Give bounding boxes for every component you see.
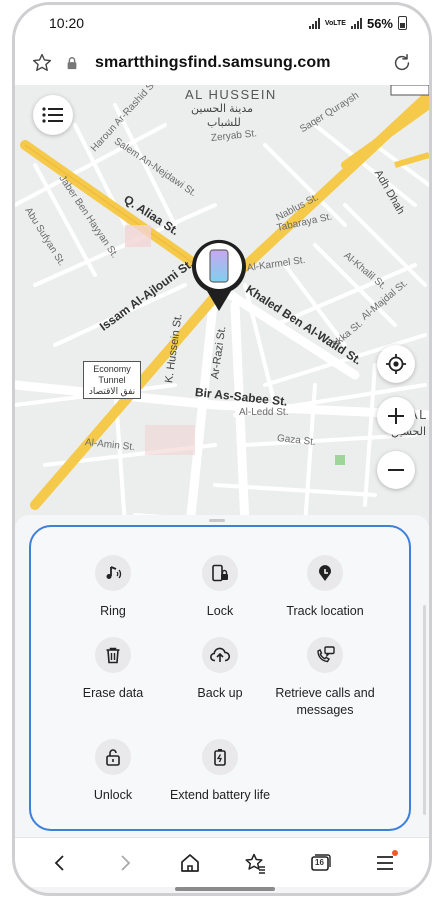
sheet-scrollbar[interactable] [423, 605, 426, 815]
location-pin-icon [307, 555, 343, 591]
ring-button[interactable]: Ring [53, 555, 173, 620]
lock-button[interactable]: Lock [160, 555, 280, 620]
signal-icon-2 [350, 17, 362, 29]
hamburger-menu-icon [376, 855, 393, 870]
home-button[interactable] [173, 846, 207, 880]
phone-pin-icon [192, 219, 246, 311]
map-label-district-ar-2: للشباب [207, 117, 241, 129]
extend-battery-button[interactable]: Extend battery life [160, 739, 280, 804]
trash-icon [95, 637, 131, 673]
gesture-home-indicator[interactable] [175, 887, 275, 891]
retrieve-calls-label: Retrieve calls and messages [275, 686, 375, 717]
action-sheet: Ring Lock Track location Erase data Back… [15, 515, 429, 837]
tabs-count: 16 [315, 858, 324, 867]
lock-label: Lock [206, 604, 234, 618]
my-location-button[interactable] [377, 345, 415, 383]
track-location-button[interactable]: Track location [265, 555, 385, 620]
call-message-icon [307, 637, 343, 673]
zoom-in-button[interactable] [377, 397, 415, 435]
tunnel-label-ar: نفق الاقتصاد [88, 386, 136, 396]
erase-data-button[interactable]: Erase data [53, 637, 173, 702]
home-icon [180, 853, 199, 872]
device-location-pin[interactable] [191, 219, 247, 313]
signal-icon [308, 17, 320, 29]
battery-icon [202, 739, 238, 775]
forward-button[interactable] [108, 846, 142, 880]
phone-frame: 10:20 VoLTE 56% smartthingsfind.samsung.… [12, 2, 432, 896]
reload-icon[interactable] [391, 52, 413, 74]
minus-icon [388, 469, 404, 471]
unlock-button[interactable]: Unlock [53, 739, 173, 804]
status-bar: 10:20 VoLTE 56% [15, 5, 429, 41]
browser-url-bar: smartthingsfind.samsung.com [15, 41, 429, 85]
chevron-right-icon [120, 854, 130, 871]
chevron-left-icon [54, 854, 64, 871]
actions-panel: Ring Lock Track location Erase data Back… [29, 525, 411, 831]
tabs-button[interactable]: 16 [303, 846, 337, 880]
map-label-district-ar-1: مدينة الحسين [191, 103, 254, 115]
lock-icon [67, 57, 77, 70]
tunnel-label-2: Tunnel [98, 375, 126, 385]
map-menu-button[interactable] [33, 95, 73, 135]
browser-nav-bar: 16 [15, 837, 429, 887]
crosshair-icon [386, 354, 406, 374]
battery-percent: 56% [366, 15, 393, 31]
economy-tunnel-sign: Economy Tunnel نفق الاقتصاد [83, 361, 141, 399]
map-view[interactable]: AL HUSSEIN مدينة الحسين للشباب AL الحسين… [15, 85, 429, 525]
bookmark-star-icon[interactable] [31, 52, 53, 74]
zoom-out-button[interactable] [377, 451, 415, 489]
plus-icon [388, 408, 404, 424]
map-label-ledd: Al-Ledd St. [239, 407, 289, 418]
status-time: 10:20 [49, 15, 85, 31]
map-label-district: AL HUSSEIN [185, 87, 277, 102]
retrieve-calls-button[interactable]: Retrieve calls and messages [265, 637, 385, 719]
unlock-icon [95, 739, 131, 775]
bookmarks-button[interactable] [238, 846, 272, 880]
more-menu-button[interactable] [368, 846, 402, 880]
back-button[interactable] [43, 846, 77, 880]
tunnel-label-1: Economy [93, 364, 131, 374]
ring-label: Ring [100, 604, 126, 618]
unlock-label: Unlock [93, 788, 133, 802]
network-type: VoLTE [324, 19, 346, 27]
cloud-upload-icon [202, 637, 238, 673]
status-indicators: VoLTE 56% [308, 15, 407, 31]
back-up-button[interactable]: Back up [160, 637, 280, 702]
music-note-icon [95, 555, 131, 591]
track-location-label: Track location [286, 604, 364, 618]
battery-status-icon [398, 16, 407, 30]
phone-lock-icon [202, 555, 238, 591]
back-up-label: Back up [197, 686, 243, 700]
bookmark-star-list-icon [244, 853, 265, 874]
extend-battery-label: Extend battery life [169, 788, 271, 802]
list-menu-icon [42, 107, 63, 123]
notification-dot [391, 849, 398, 856]
url-text[interactable]: smartthingsfind.samsung.com [95, 54, 331, 72]
erase-data-label: Erase data [82, 686, 144, 700]
sheet-drag-handle[interactable] [209, 519, 225, 522]
